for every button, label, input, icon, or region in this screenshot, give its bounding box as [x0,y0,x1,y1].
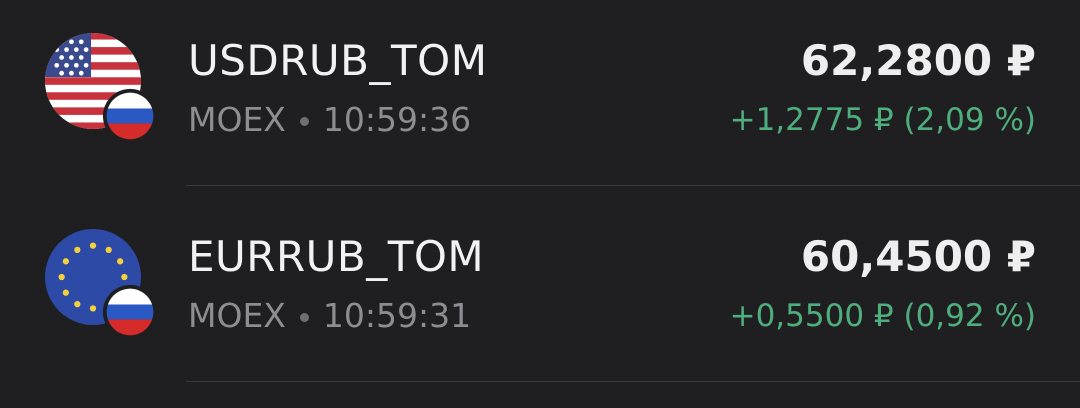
last-price: 62,2800 ₽ [800,36,1036,85]
price-change: +0,5500 ₽ (0,92 %) [729,298,1036,334]
currency-pair-flags [44,32,158,144]
separator-dot-icon [299,117,309,126]
quote-time: 10:59:31 [322,296,472,335]
ru-flag-icon [102,284,158,340]
exchange-time: MOEX 10:59:36 [188,100,471,139]
instrument-list: USDRUB_TOM MOEX 10:59:36 62,2800 ₽ +1,277… [0,0,1080,408]
separator-dot-icon [299,313,309,322]
quote-time: 10:59:36 [322,100,472,139]
exchange-label: MOEX [188,296,286,335]
ticker-symbol: USDRUB_TOM [188,36,488,85]
exchange-label: MOEX [188,100,286,139]
currency-pair-flags [44,228,158,340]
row-divider [186,381,1080,382]
ru-flag-icon [102,88,158,144]
row-divider [186,185,1080,186]
price-change: +1,2775 ₽ (2,09 %) [729,102,1036,138]
ticker-symbol: EURRUB_TOM [188,232,485,281]
instrument-row-eurrub[interactable]: EURRUB_TOM MOEX 10:59:31 60,4500 ₽ +0,550… [0,196,1080,392]
instrument-row-usdrub[interactable]: USDRUB_TOM MOEX 10:59:36 62,2800 ₽ +1,277… [0,0,1080,196]
last-price: 60,4500 ₽ [800,232,1036,281]
exchange-time: MOEX 10:59:31 [188,296,471,335]
